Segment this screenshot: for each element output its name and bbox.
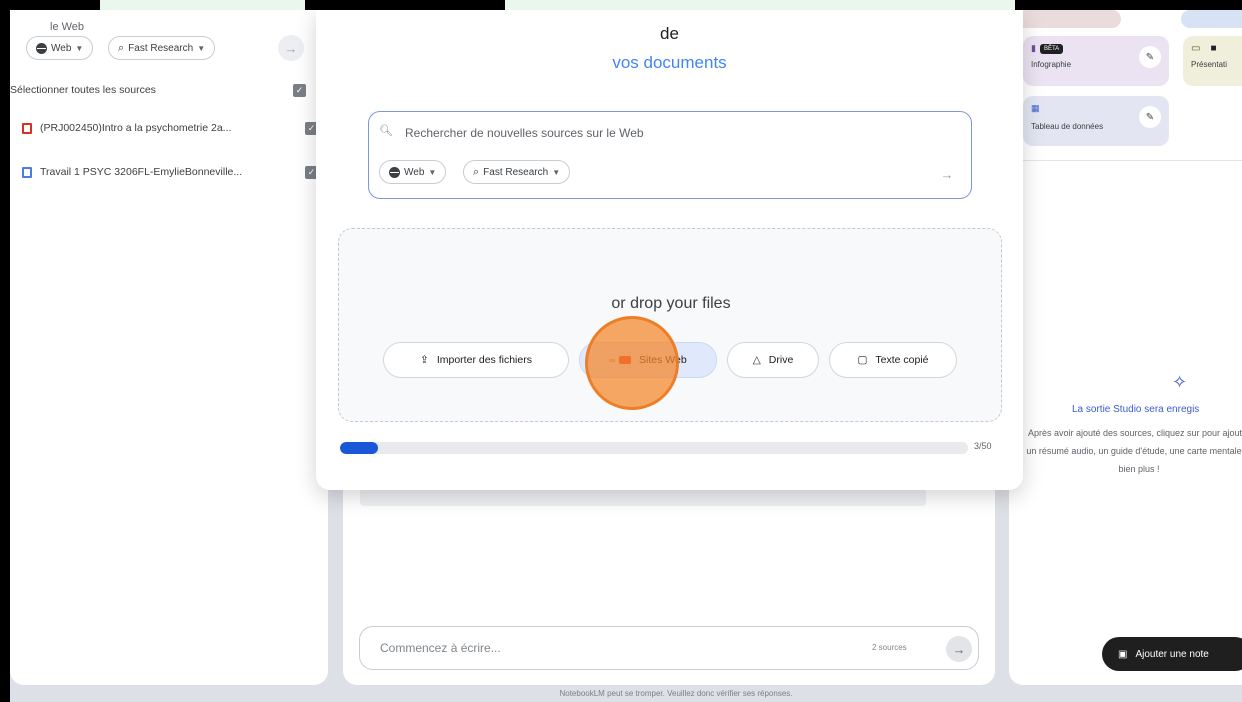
chat-input[interactable]: Commencez à écrire... 2 sources →	[359, 626, 979, 670]
chevron-down-icon: ▼	[552, 167, 561, 177]
search-submit-arrow-icon[interactable]: →	[937, 164, 957, 184]
upload-files-label: Importer des fichiers	[436, 354, 532, 366]
source-item[interactable]: Travail 1 PSYC 3206FL-EmylieBonneville..…	[22, 162, 322, 182]
search-web-chip-label: Web	[404, 166, 425, 178]
chat-sources-count: 2 sources	[872, 643, 907, 652]
sources-submit-arrow-icon[interactable]: →	[278, 35, 304, 61]
upload-files-button[interactable]: ⇪ Importer des fichiers	[383, 342, 569, 378]
pencil-icon[interactable]: ✎	[1139, 106, 1161, 128]
send-arrow-icon[interactable]: →	[946, 636, 972, 662]
pasted-text-button[interactable]: ▢ Texte copié	[829, 342, 957, 378]
search-research-chip[interactable]: ⌕ Fast Research ▼	[463, 160, 571, 184]
upload-icon: ⇪	[420, 354, 429, 366]
chart-icon: ▮	[1031, 43, 1036, 53]
add-note-label: Ajouter une note	[1135, 648, 1209, 660]
pencil-icon[interactable]: ✎	[1139, 46, 1161, 68]
disclaimer-footer: NotebookLM peut se tromper. Veuillez don…	[559, 689, 793, 698]
chat-ghost-content	[360, 488, 926, 506]
source-limit-label: 3/50	[974, 441, 992, 451]
web-search-input[interactable]	[405, 126, 945, 140]
studio-panel: ▮ BÊTA Infographie ✎ ▭ ■ Présentati ▦ Tabl…	[1009, 10, 1242, 685]
chat-input-placeholder: Commencez à écrire...	[380, 641, 501, 655]
slides-icon: ▭	[1191, 43, 1201, 54]
globe-icon	[36, 42, 47, 54]
drive-icon: △	[752, 354, 761, 366]
web-search-box[interactable]: 🔍︎ Web ▼ ⌕ Fast Research ▼ →	[368, 111, 972, 199]
studio-empty-title: La sortie Studio sera enregis	[1072, 404, 1200, 415]
chevron-down-icon: ▼	[75, 43, 84, 53]
studio-card-infographic[interactable]: ▮ BÊTA Infographie ✎	[1023, 36, 1169, 86]
modal-title-line2: vos documents	[612, 53, 727, 72]
research-spark-icon: ⌕	[473, 165, 480, 178]
magic-wand-icon: ✧	[1172, 372, 1188, 392]
click-indicator	[585, 316, 679, 410]
add-sources-modal: de vos documents 🔍︎ Web ▼ ⌕ Fast Researc…	[316, 10, 1023, 490]
sources-research-chip[interactable]: ⌕ Fast Research ▼	[108, 36, 216, 60]
clipboard-icon: ▢	[857, 354, 868, 366]
studio-card-top-1[interactable]	[1009, 10, 1121, 28]
sources-research-chip-label: Fast Research	[128, 42, 194, 54]
source-limit-progress-fill	[340, 442, 378, 454]
studio-divider	[1009, 160, 1242, 161]
drop-zone-text: or drop your files	[611, 295, 731, 312]
pdf-icon	[22, 122, 32, 134]
source-item[interactable]: (PRJ002450)Intro a la psychometrie 2a...…	[22, 118, 322, 138]
beta-badge: BÊTA	[1039, 43, 1064, 54]
slides-icon-2: ■	[1210, 43, 1217, 54]
search-web-chip[interactable]: Web ▼	[379, 160, 447, 184]
source-limit-progress	[340, 442, 968, 454]
pasted-text-label: Texte copié	[875, 354, 929, 366]
sources-web-chip-label: Web	[51, 42, 72, 54]
add-note-button[interactable]: ▣ Ajouter une note	[1102, 637, 1242, 671]
search-research-chip-label: Fast Research	[483, 166, 549, 178]
note-icon: ▣	[1118, 648, 1128, 660]
globe-icon	[389, 166, 400, 178]
source-item-title: (PRJ002450)Intro a la psychometrie 2a...	[40, 122, 232, 134]
select-all-label: Sélectionner toutes les sources	[10, 84, 156, 96]
studio-card-top-2[interactable]	[1181, 10, 1242, 28]
chevron-down-icon: ▼	[428, 167, 437, 177]
top-strip-left	[100, 0, 305, 10]
select-all-checkbox[interactable]: ✓	[293, 83, 306, 97]
sources-web-label: le Web	[50, 21, 85, 33]
source-item-title: Travail 1 PSYC 3206FL-EmylieBonneville..…	[40, 166, 243, 178]
table-icon: ▦	[1031, 103, 1040, 113]
drive-label: Drive	[768, 354, 794, 366]
file-drop-zone[interactable]: or drop your files ⇪ Importer des fichie…	[338, 228, 1002, 422]
studio-empty-description: Après avoir ajouté des sources, cliquez …	[1026, 428, 1242, 474]
search-icon: 🔍︎	[379, 125, 393, 137]
doc-icon	[22, 166, 32, 178]
sources-web-chip[interactable]: Web ▼	[26, 36, 94, 60]
studio-card-data-table[interactable]: ▦ Tableau de données ✎	[1023, 96, 1169, 146]
chevron-down-icon: ▼	[197, 43, 206, 53]
modal-title-line1: de	[660, 24, 679, 43]
research-spark-icon: ⌕	[118, 41, 125, 54]
select-all-row[interactable]: Sélectionner toutes les sources ✓	[10, 80, 310, 100]
top-strip-mid	[505, 0, 1015, 10]
drive-button[interactable]: △ Drive	[727, 342, 819, 378]
studio-card-presentation[interactable]: ▭ ■ Présentati	[1183, 36, 1242, 86]
studio-card-label: Présentati	[1191, 60, 1228, 69]
sources-panel: le Web Web ▼ ⌕ Fast Research ▼ → Sélecti…	[10, 10, 328, 685]
